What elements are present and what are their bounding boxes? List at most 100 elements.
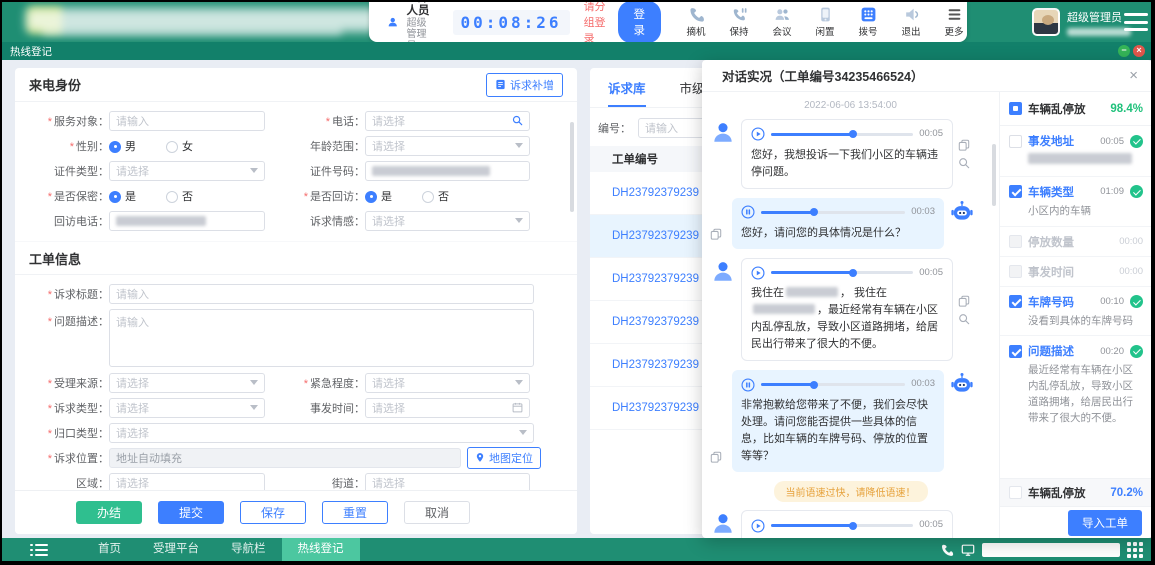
incident-time-label: 事发时间： xyxy=(265,400,365,416)
confidential-option-no[interactable]: 否 xyxy=(166,188,193,204)
checklist-item: 事发地址 00:05 xyxy=(1000,126,1151,177)
service-target-input[interactable]: 请输入 xyxy=(109,111,265,131)
gender-option-female[interactable]: 女 xyxy=(166,138,193,154)
checkbox-unchecked[interactable] xyxy=(1009,135,1022,148)
field-value: 小区内的车辆 xyxy=(1028,204,1143,220)
callback-option-yes[interactable]: 是 xyxy=(365,188,392,204)
dialpad-button[interactable]: 拨号 xyxy=(855,6,881,38)
magnifier-icon[interactable] xyxy=(958,313,970,325)
task-list-icon[interactable] xyxy=(30,544,48,556)
audio-player: 00:05 xyxy=(751,518,943,533)
play-icon[interactable] xyxy=(751,519,765,533)
audio-progress-knob[interactable] xyxy=(849,269,857,277)
search-icon[interactable] xyxy=(512,115,523,126)
location-input[interactable]: 地址自动填充 xyxy=(109,448,461,468)
checkbox-checked[interactable] xyxy=(1009,345,1022,358)
copy-icon[interactable] xyxy=(958,295,970,307)
submit-button[interactable]: 提交 xyxy=(158,501,224,524)
appeal-type-select[interactable]: 请选择 xyxy=(109,398,265,418)
exit-button[interactable]: 退出 xyxy=(898,6,924,38)
checkbox-checked[interactable] xyxy=(1009,185,1022,198)
more-button[interactable]: 更多 xyxy=(941,6,967,38)
form-scrollbar[interactable] xyxy=(570,122,574,212)
hold-button[interactable]: 保持 xyxy=(726,6,752,38)
gender-option-male[interactable]: 男 xyxy=(109,138,136,154)
app-window: 坐席人员 超级管理员 00:08:26 请分组登录 登录 摘机 保持 会议 xyxy=(2,2,1151,561)
taskbar-tab-home[interactable]: 首页 xyxy=(82,538,137,561)
verified-check-icon xyxy=(1130,295,1143,308)
copy-icon[interactable] xyxy=(710,228,722,240)
confidential-option-yes[interactable]: 是 xyxy=(109,188,136,204)
incident-time-picker[interactable]: 请选择 xyxy=(365,398,530,418)
callback-radio-group: 是 否 xyxy=(365,188,449,204)
copy-icon[interactable] xyxy=(710,451,722,463)
play-icon[interactable] xyxy=(751,266,765,280)
message-text: 您好，请问您的具体情况是什么？ xyxy=(741,225,935,242)
checkbox-checked[interactable] xyxy=(1009,295,1022,308)
urgency-select[interactable]: 请选择 xyxy=(365,373,530,393)
pause-icon[interactable] xyxy=(741,205,755,219)
problem-desc-textarea[interactable]: 请输入 xyxy=(109,309,534,367)
map-locate-button[interactable]: 地图定位 xyxy=(467,447,541,469)
callback-phone-input[interactable] xyxy=(109,211,265,231)
audio-progress-track[interactable] xyxy=(771,133,913,136)
taskbar-status-field[interactable] xyxy=(982,543,1120,557)
chat-scrollbar[interactable] xyxy=(992,144,996,206)
idle-button[interactable]: 闲置 xyxy=(812,6,838,38)
audio-progress-track[interactable] xyxy=(761,211,905,214)
copy-icon[interactable] xyxy=(958,139,970,151)
field-label: 车辆类型 xyxy=(1028,184,1094,200)
id-number-input[interactable] xyxy=(365,161,530,181)
login-button[interactable]: 登录 xyxy=(618,2,662,43)
reset-button[interactable]: 重置 xyxy=(322,501,388,524)
user-profile[interactable]: 超级管理员 xyxy=(1032,2,1131,42)
checkbox-unchecked[interactable] xyxy=(1009,486,1022,499)
audio-progress-track[interactable] xyxy=(771,271,913,274)
offhook-button[interactable]: 摘机 xyxy=(683,6,709,38)
category-select[interactable]: 请选择 xyxy=(109,423,534,443)
taskbar-tab-platform[interactable]: 受理平台 xyxy=(137,538,215,561)
taskbar-tab-nav[interactable]: 导航栏 xyxy=(215,538,282,561)
offhook-icon xyxy=(688,6,705,23)
appeal-title-input[interactable]: 请输入 xyxy=(109,284,534,304)
confidence-value: 98.4% xyxy=(1110,103,1143,115)
magnifier-icon[interactable] xyxy=(958,157,970,169)
conference-button[interactable]: 会议 xyxy=(769,6,795,38)
screenshot-stage: 坐席人员 超级管理员 00:08:26 请分组登录 登录 摘机 保持 会议 xyxy=(0,0,1155,565)
save-button[interactable]: 保存 xyxy=(240,501,306,524)
appeal-type-label: 诉求类型： xyxy=(27,400,109,416)
confidential-radio-group: 是 否 xyxy=(109,188,265,204)
appeal-supplement-button[interactable]: 诉求补增 xyxy=(486,73,563,97)
callback-option-no[interactable]: 否 xyxy=(422,188,449,204)
audio-progress-knob[interactable] xyxy=(849,130,857,138)
minimize-button[interactable]: − xyxy=(1118,45,1130,57)
audio-progress-knob[interactable] xyxy=(810,381,818,389)
checkbox-disabled xyxy=(1009,235,1022,248)
taskbar-tab-hotline[interactable]: 热线登记 xyxy=(282,538,360,561)
import-ticket-button[interactable]: 导入工单 xyxy=(1068,510,1142,536)
phone-input[interactable]: 请选择 xyxy=(365,111,530,131)
close-window-button[interactable]: × xyxy=(1133,45,1145,57)
address-value-redacted xyxy=(1028,153,1132,164)
cancel-button[interactable]: 取消 xyxy=(404,501,470,524)
main-menu-icon[interactable] xyxy=(1124,13,1148,31)
hold-icon xyxy=(731,6,748,23)
audio-progress-track[interactable] xyxy=(771,524,913,527)
age-range-select[interactable]: 请选择 xyxy=(365,136,530,156)
user-avatar xyxy=(1032,8,1060,36)
emotion-select[interactable]: 请选择 xyxy=(365,211,530,231)
audio-progress-track[interactable] xyxy=(761,383,905,386)
pause-icon[interactable] xyxy=(741,378,755,392)
monitor-icon[interactable] xyxy=(961,543,975,557)
id-type-select[interactable]: 请选择 xyxy=(109,161,265,181)
app-grid-icon[interactable] xyxy=(1127,542,1143,558)
source-select[interactable]: 请选择 xyxy=(109,373,265,393)
checkbox-indeterminate[interactable] xyxy=(1009,102,1022,115)
play-icon[interactable] xyxy=(751,127,765,141)
dialog-close-icon[interactable]: × xyxy=(1129,68,1138,83)
phone-handset-icon[interactable] xyxy=(940,543,954,557)
audio-progress-knob[interactable] xyxy=(810,208,818,216)
complete-button[interactable]: 办结 xyxy=(76,501,142,524)
tab-appeal-library[interactable]: 诉求库 xyxy=(608,78,646,107)
audio-progress-knob[interactable] xyxy=(849,522,857,530)
